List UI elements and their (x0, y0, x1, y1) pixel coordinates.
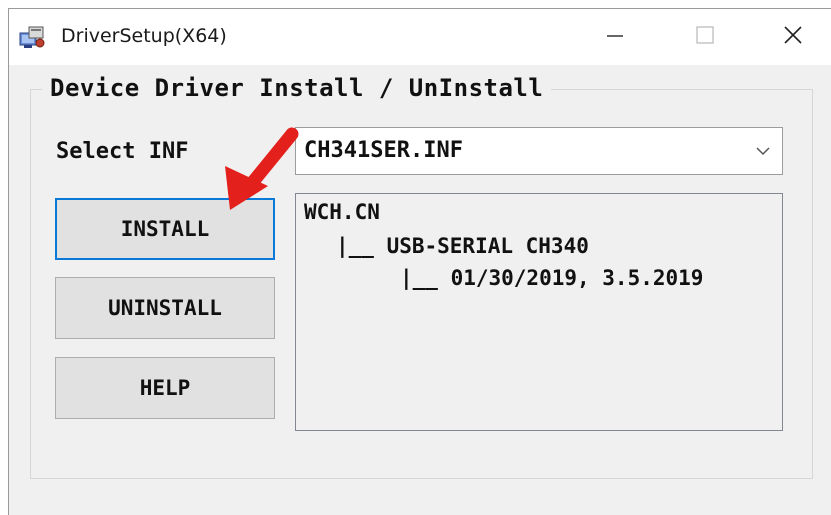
help-button[interactable]: HELP (55, 357, 275, 419)
close-button[interactable] (757, 9, 829, 65)
inf-dropdown[interactable]: CH341SER.INF (295, 127, 783, 175)
info-line-vendor: WCH.CN (304, 200, 380, 224)
info-line-version: |__ 01/30/2019, 3.5.2019 (400, 266, 704, 290)
groupbox-title: Device Driver Install / UnInstall (42, 74, 552, 102)
minimize-icon (605, 25, 625, 49)
select-inf-label: Select INF (56, 139, 189, 164)
title-bar[interactable]: DriverSetup(X64) (9, 9, 831, 65)
driver-setup-app-icon (19, 25, 47, 49)
inf-selected-value: CH341SER.INF (304, 138, 463, 163)
info-line-device: |__ USB-SERIAL CH340 (336, 234, 589, 258)
uninstall-button[interactable]: UNINSTALL (55, 277, 275, 339)
maximize-button[interactable] (669, 9, 741, 65)
maximize-icon (695, 25, 715, 49)
chevron-down-icon[interactable] (754, 142, 772, 164)
driver-info-box: WCH.CN |__ USB-SERIAL CH340 |__ 01/30/20… (295, 193, 783, 431)
close-icon (782, 24, 804, 50)
install-button[interactable]: INSTALL (55, 198, 275, 260)
minimize-button[interactable] (579, 9, 651, 65)
window-title: DriverSetup(X64) (61, 25, 227, 47)
